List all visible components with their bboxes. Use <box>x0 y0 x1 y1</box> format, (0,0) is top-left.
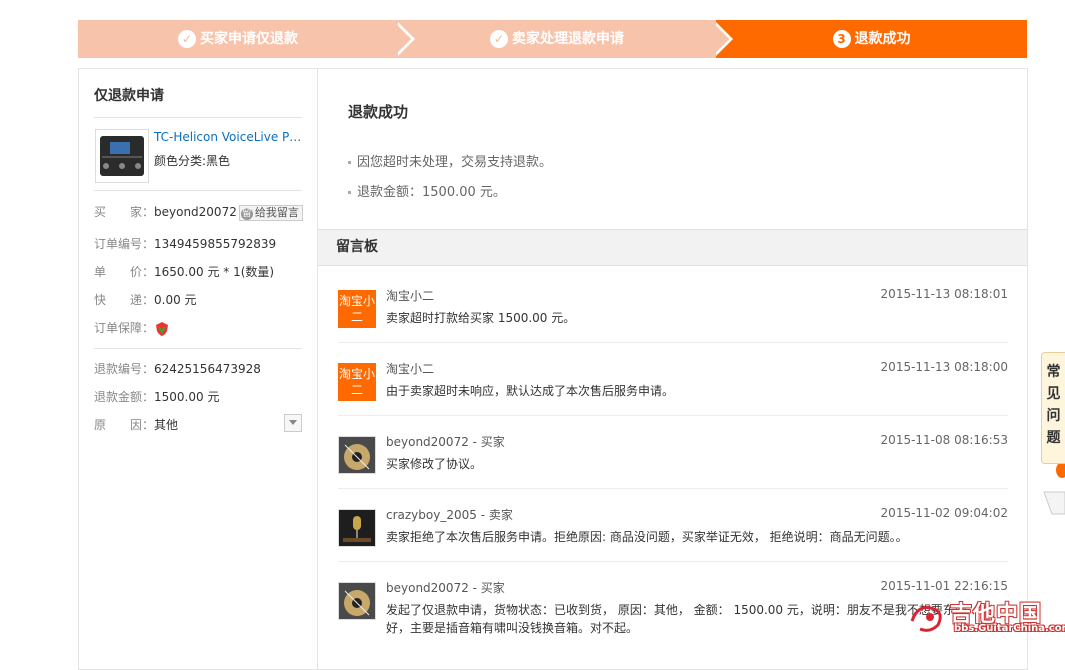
refund-amount-value: 1500.00 <box>154 390 204 404</box>
chevron-down-icon <box>289 420 297 425</box>
avatar <box>338 582 376 620</box>
message-author: crazyboy_2005 - 卖家 <box>386 508 513 522</box>
unit-price-label: 单 价： <box>94 265 155 279</box>
refund-number-row: 退款编号：62425156473928 <box>94 360 261 377</box>
refund-amount-label: 退款金额： <box>94 390 155 404</box>
status-title: 退款成功 <box>348 103 409 121</box>
pedal-image-icon <box>100 136 144 176</box>
guitar-avatar-icon <box>339 437 375 473</box>
buyer-label: 买 家： <box>94 205 155 219</box>
step-label: 退款成功 <box>854 31 911 47</box>
faq-label: 常见问题 <box>1046 364 1061 446</box>
refund-amount-unit: 元 <box>207 390 220 404</box>
message-author: beyond20072 - 买家 <box>386 435 505 449</box>
divider <box>338 561 1008 562</box>
faq-mascot-icon <box>1043 464 1065 515</box>
status-note: 因您超时未处理，交易支持退款。 <box>348 151 552 170</box>
divider <box>94 190 302 191</box>
guarantee-row: 订单保障： <box>94 319 170 337</box>
step-seller-process: ✓ 卖家处理退款申请 <box>398 20 716 58</box>
faq-side-tab[interactable]: 常见问题 <box>1041 352 1065 464</box>
guarantee-shield-icon[interactable] <box>154 321 170 337</box>
step-number: 3 <box>832 30 851 48</box>
message-board-title: 留言板 <box>336 239 378 255</box>
refund-amount-note: 退款金额：1500.00 元。 <box>348 181 506 200</box>
refund-number-value: 62425156473928 <box>154 362 261 376</box>
message-icon: 留 <box>240 207 253 220</box>
refund-amount-note-text: 退款金额：1500.00 元。 <box>357 185 506 200</box>
guarantee-label: 订单保障： <box>94 321 155 335</box>
bullet-dot <box>348 161 351 164</box>
message-text: 发起了仅退款申请，货物状态：已收到货， 原因：其他， 金额： 1500.00 元… <box>386 603 967 635</box>
step-label: 买家申请仅退款 <box>200 31 298 47</box>
divider <box>338 415 1008 416</box>
message-time: 2015-11-01 22:16:15 <box>880 579 1008 593</box>
product-thumbnail[interactable] <box>95 129 149 183</box>
avatar-label: 淘宝小二 <box>338 294 375 324</box>
status-note-text: 因您超时未处理，交易支持退款。 <box>357 155 553 170</box>
message-text: 卖家拒绝了本次售后服务申请。拒绝原因: 商品没问题，买家举证无效， 拒绝说明：商… <box>386 530 908 544</box>
guitar-avatar-icon <box>339 583 375 619</box>
order-number-label: 订单编号： <box>94 237 155 251</box>
product-title-link[interactable]: TC-Helicon VoiceLive Pla... <box>154 130 304 144</box>
step-label: 卖家处理退款申请 <box>512 31 624 47</box>
message-text: 由于卖家超时未响应，默认达成了本次售后服务申请。 <box>386 384 675 398</box>
message-time: 2015-11-13 08:18:00 <box>880 360 1008 374</box>
refund-status-panel: 退款成功 因您超时未处理，交易支持退款。 退款金额：1500.00 元。 留言板… <box>317 68 1028 670</box>
message-text: 买家修改了协议。 <box>386 457 483 471</box>
order-number-row: 订单编号：1349459855792839 <box>94 235 276 252</box>
reason-value: 其他 <box>154 418 179 432</box>
refund-amount-row: 退款金额：1500.00 元 <box>94 388 219 405</box>
shipping-unit: 元 <box>184 293 197 307</box>
order-info-panel: 仅退款申请 TC-Helicon VoiceLive Pla... 颜色分类:黑… <box>78 68 318 670</box>
step-buyer-apply: ✓ 买家申请仅退款 <box>78 20 398 58</box>
order-number-link[interactable]: 1349459855792839 <box>154 237 276 251</box>
leave-message-label: 给我留言 <box>254 205 299 219</box>
shipping-row: 快 递：0.00 元 <box>94 291 197 308</box>
buyer-name: beyond20072 <box>154 205 237 219</box>
avatar-label: 淘宝小二 <box>338 367 375 397</box>
leave-message-button[interactable]: 留给我留言 <box>238 204 303 221</box>
refund-number-label: 退款编号： <box>94 362 155 376</box>
reason-expand-button[interactable] <box>284 414 302 432</box>
divider <box>94 348 302 349</box>
panel-title: 仅退款申请 <box>94 88 164 104</box>
avatar: 淘宝小二 <box>338 290 376 328</box>
microphone-avatar-icon <box>339 510 375 546</box>
unit-price-unit: 元 * 1(数量) <box>207 265 275 279</box>
shipping-label: 快 递： <box>94 293 155 307</box>
avatar <box>338 509 376 547</box>
reason-row: 原 因：其他 <box>94 416 178 433</box>
message-author: 淘宝小二 <box>386 289 435 303</box>
divider <box>94 117 302 118</box>
message-author: beyond20072 - 买家 <box>386 581 505 595</box>
progress-steps: ✓ 买家申请仅退款 ✓ 卖家处理退款申请 3 退款成功 <box>78 20 1027 58</box>
bullet-dot <box>348 191 351 194</box>
product-attribute: 颜色分类:黑色 <box>154 154 231 168</box>
buyer-row: 买 家：beyond20072 留给我留言 <box>94 203 303 221</box>
divider <box>338 342 1008 343</box>
reason-label: 原 因： <box>94 418 155 432</box>
message-author: 淘宝小二 <box>386 362 435 376</box>
avatar <box>338 436 376 474</box>
unit-price-row: 单 价：1650.00 元 * 1(数量) <box>94 263 274 280</box>
watermark-url: bbs.GuitarChina.com <box>954 623 1065 634</box>
check-icon: ✓ <box>490 30 508 48</box>
divider <box>338 488 1008 489</box>
message-time: 2015-11-02 09:04:02 <box>880 506 1008 520</box>
shipping-value: 0.00 <box>154 293 181 307</box>
check-icon: ✓ <box>178 30 196 48</box>
message-text: 卖家超时打款给买家 1500.00 元。 <box>386 311 576 325</box>
message-time: 2015-11-08 08:16:53 <box>880 433 1008 447</box>
step-refund-success: 3 退款成功 <box>716 20 1027 58</box>
message-time: 2015-11-13 08:18:01 <box>880 287 1008 301</box>
message-board-header: 留言板 <box>318 229 1027 266</box>
avatar: 淘宝小二 <box>338 363 376 401</box>
unit-price-value: 1650.00 <box>154 265 204 279</box>
